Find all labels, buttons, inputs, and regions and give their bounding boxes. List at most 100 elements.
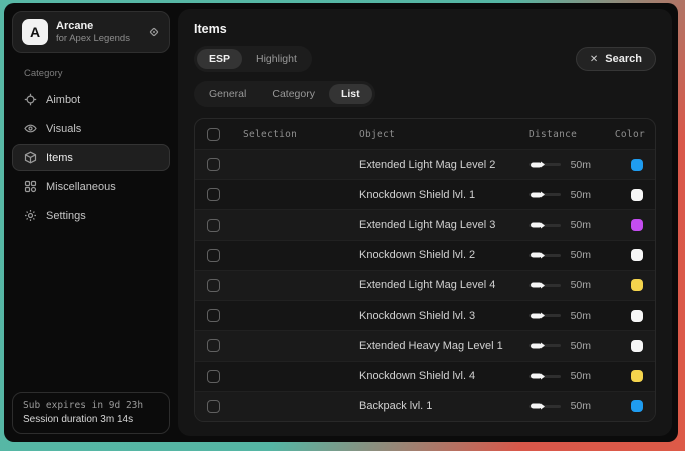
- distance-slider[interactable]: [529, 344, 561, 347]
- color-swatch[interactable]: [631, 189, 643, 201]
- tab-general[interactable]: General: [197, 84, 258, 104]
- row-object-label: Knockdown Shield lvl. 3: [359, 310, 529, 322]
- slider-thumb[interactable]: [531, 343, 542, 348]
- color-swatch[interactable]: [631, 340, 643, 352]
- table-row: Extended Light Mag Level 4 50m: [195, 270, 655, 300]
- distance-slider[interactable]: [529, 284, 561, 287]
- row-checkbox[interactable]: [207, 188, 220, 201]
- row-object-label: Extended Light Mag Level 3: [359, 219, 529, 231]
- color-swatch[interactable]: [631, 159, 643, 171]
- sidebar: A Arcane for Apex Legends Category: [4, 3, 178, 442]
- slider-thumb[interactable]: [531, 283, 542, 288]
- row-checkbox[interactable]: [207, 339, 220, 352]
- sub-expires-text: Sub expires in 9d 23h: [23, 400, 159, 411]
- tab-esp[interactable]: ESP: [197, 49, 242, 69]
- sidebar-item-settings[interactable]: Settings: [12, 202, 170, 229]
- distance-value: 50m: [571, 370, 591, 382]
- sidebar-item-visuals[interactable]: Visuals: [12, 115, 170, 142]
- row-checkbox[interactable]: [207, 219, 220, 232]
- session-duration-text: Session duration 3m 14s: [23, 414, 159, 425]
- color-swatch[interactable]: [631, 370, 643, 382]
- slider-thumb[interactable]: [531, 404, 542, 409]
- row-object-label: Backpack lvl. 1: [359, 400, 529, 412]
- package-icon: [24, 151, 37, 164]
- table-row: Knockdown Shield lvl. 4 50m: [195, 361, 655, 391]
- pin-icon[interactable]: [148, 26, 160, 38]
- row-distance: 50m: [529, 159, 603, 171]
- distance-slider[interactable]: [529, 405, 561, 408]
- brand-card: A Arcane for Apex Legends: [12, 11, 170, 53]
- row-checkbox[interactable]: [207, 309, 220, 322]
- row-distance: 50m: [529, 400, 603, 412]
- tab-list[interactable]: List: [329, 84, 372, 104]
- app-name: Arcane: [56, 20, 140, 33]
- distance-value: 50m: [571, 279, 591, 291]
- row-checkbox[interactable]: [207, 158, 220, 171]
- slider-thumb[interactable]: [531, 223, 542, 228]
- select-all-checkbox[interactable]: [207, 128, 220, 141]
- distance-value: 50m: [571, 340, 591, 352]
- row-distance: 50m: [529, 249, 603, 261]
- distance-slider[interactable]: [529, 193, 561, 196]
- row-distance: 50m: [529, 370, 603, 382]
- row-checkbox[interactable]: [207, 370, 220, 383]
- table-row: Backpack lvl. 1 50m: [195, 391, 655, 421]
- row-distance: 50m: [529, 340, 603, 352]
- sidebar-item-label: Aimbot: [46, 94, 80, 106]
- mode-tabs: ESP Highlight: [194, 46, 312, 72]
- distance-slider[interactable]: [529, 314, 561, 317]
- tab-highlight[interactable]: Highlight: [244, 49, 309, 69]
- row-distance: 50m: [529, 219, 603, 231]
- tab-category[interactable]: Category: [260, 84, 327, 104]
- row-distance: 50m: [529, 189, 603, 201]
- toolbar: ESP Highlight ✕ Search: [194, 46, 656, 72]
- slider-thumb[interactable]: [531, 162, 542, 167]
- row-checkbox[interactable]: [207, 400, 220, 413]
- row-checkbox[interactable]: [207, 279, 220, 292]
- grid-icon: [24, 180, 37, 193]
- row-object-label: Extended Light Mag Level 4: [359, 279, 529, 291]
- distance-slider[interactable]: [529, 224, 561, 227]
- slider-thumb[interactable]: [531, 192, 542, 197]
- row-object-label: Knockdown Shield lvl. 4: [359, 370, 529, 382]
- sidebar-item-label: Settings: [46, 210, 86, 222]
- close-icon: ✕: [590, 54, 598, 65]
- table-row: Extended Light Mag Level 3 50m: [195, 209, 655, 239]
- slider-thumb[interactable]: [531, 253, 542, 258]
- view-tabs: General Category List: [194, 81, 375, 107]
- items-table: Selection Object Distance Color Extended…: [194, 118, 656, 422]
- category-label: Category: [24, 68, 170, 79]
- color-swatch[interactable]: [631, 219, 643, 231]
- row-distance: 50m: [529, 310, 603, 322]
- gear-icon: [24, 209, 37, 222]
- sidebar-item-miscellaneous[interactable]: Miscellaneous: [12, 173, 170, 200]
- row-object-label: Extended Light Mag Level 2: [359, 159, 529, 171]
- slider-thumb[interactable]: [531, 374, 542, 379]
- sidebar-item-aimbot[interactable]: Aimbot: [12, 86, 170, 113]
- table-row: Knockdown Shield lvl. 2 50m: [195, 240, 655, 270]
- table-body: Extended Light Mag Level 2 50m Knockdown…: [195, 149, 655, 421]
- main-panel: Items ESP Highlight ✕ Search General Cat…: [178, 9, 672, 436]
- distance-value: 50m: [571, 310, 591, 322]
- distance-value: 50m: [571, 159, 591, 171]
- distance-value: 50m: [571, 219, 591, 231]
- color-swatch[interactable]: [631, 249, 643, 261]
- column-header-object: Object: [359, 129, 529, 140]
- distance-slider[interactable]: [529, 254, 561, 257]
- distance-slider[interactable]: [529, 163, 561, 166]
- sidebar-item-label: Visuals: [46, 123, 81, 135]
- row-checkbox[interactable]: [207, 249, 220, 262]
- row-distance: 50m: [529, 279, 603, 291]
- sidebar-item-items[interactable]: Items: [12, 144, 170, 171]
- color-swatch[interactable]: [631, 400, 643, 412]
- distance-slider[interactable]: [529, 375, 561, 378]
- sidebar-nav: Aimbot Visuals Items: [12, 86, 170, 229]
- color-swatch[interactable]: [631, 279, 643, 291]
- distance-value: 50m: [571, 249, 591, 261]
- color-swatch[interactable]: [631, 310, 643, 322]
- app-logo: A: [22, 19, 48, 45]
- column-header-distance: Distance: [529, 129, 603, 140]
- slider-thumb[interactable]: [531, 313, 542, 318]
- app-subtitle: for Apex Legends: [56, 33, 140, 45]
- search-button[interactable]: ✕ Search: [576, 47, 656, 71]
